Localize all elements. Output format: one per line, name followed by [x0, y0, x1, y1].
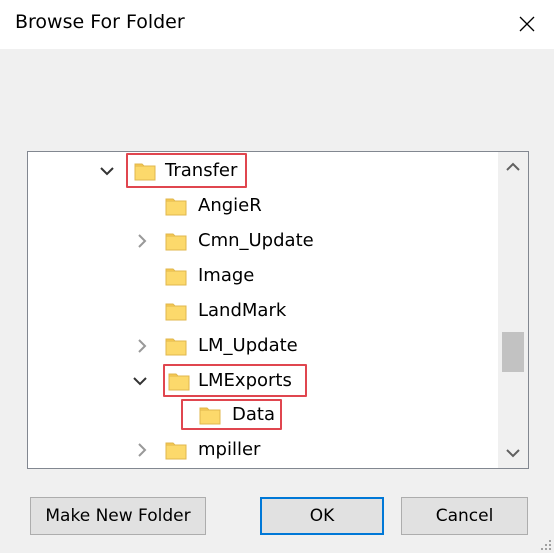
- highlight-box: [163, 364, 307, 397]
- ok-button[interactable]: OK: [260, 497, 384, 535]
- tree-item-label: AngieR: [198, 195, 262, 216]
- scroll-thumb[interactable]: [502, 332, 524, 372]
- title-bar: Browse For Folder: [0, 0, 554, 49]
- chevron-down-icon[interactable]: [100, 164, 114, 178]
- folder-tree[interactable]: Transfer AngieR Cmn_Update Image LandMar…: [27, 151, 529, 469]
- highlight-box: [181, 399, 282, 430]
- folder-icon: [165, 338, 187, 356]
- scroll-down-button[interactable]: [498, 438, 528, 468]
- chevron-up-icon: [506, 162, 520, 171]
- tree-item-label: LM_Update: [198, 335, 298, 356]
- folder-icon: [165, 303, 187, 321]
- chevron-down-icon[interactable]: [133, 374, 147, 388]
- highlight-box: [126, 153, 247, 188]
- window-title: Browse For Folder: [15, 11, 185, 33]
- chevron-right-icon[interactable]: [135, 234, 149, 248]
- scroll-up-button[interactable]: [498, 152, 528, 182]
- make-new-folder-button[interactable]: Make New Folder: [30, 497, 206, 535]
- tree-item-image[interactable]: Image: [28, 259, 500, 294]
- tree-item-label: mpiller: [198, 439, 261, 460]
- close-icon: [519, 16, 535, 32]
- close-button[interactable]: [507, 5, 547, 43]
- tree-item-label: Cmn_Update: [198, 230, 314, 251]
- tree-item-transfer[interactable]: Transfer: [28, 154, 500, 189]
- chevron-right-icon[interactable]: [135, 443, 149, 457]
- tree-item-cmn-update[interactable]: Cmn_Update: [28, 224, 500, 259]
- resize-grip-icon[interactable]: [538, 537, 552, 551]
- folder-icon: [165, 442, 187, 460]
- tree-item-lm-update[interactable]: LM_Update: [28, 329, 500, 364]
- browse-for-folder-dialog: Browse For Folder Transfer AngieR Cmn_Up…: [0, 0, 554, 553]
- folder-icon: [165, 198, 187, 216]
- folder-icon: [165, 233, 187, 251]
- tree-item-landmark[interactable]: LandMark: [28, 294, 500, 329]
- chevron-right-icon[interactable]: [135, 339, 149, 353]
- tree-item-label: LandMark: [198, 300, 287, 321]
- tree-item-mpiller[interactable]: mpiller: [28, 433, 500, 468]
- cancel-button[interactable]: Cancel: [401, 497, 528, 535]
- vertical-scrollbar[interactable]: [498, 152, 528, 468]
- tree-item-angier[interactable]: AngieR: [28, 189, 500, 224]
- folder-icon: [165, 268, 187, 286]
- chevron-down-icon: [506, 449, 520, 458]
- tree-item-label: Image: [198, 265, 255, 286]
